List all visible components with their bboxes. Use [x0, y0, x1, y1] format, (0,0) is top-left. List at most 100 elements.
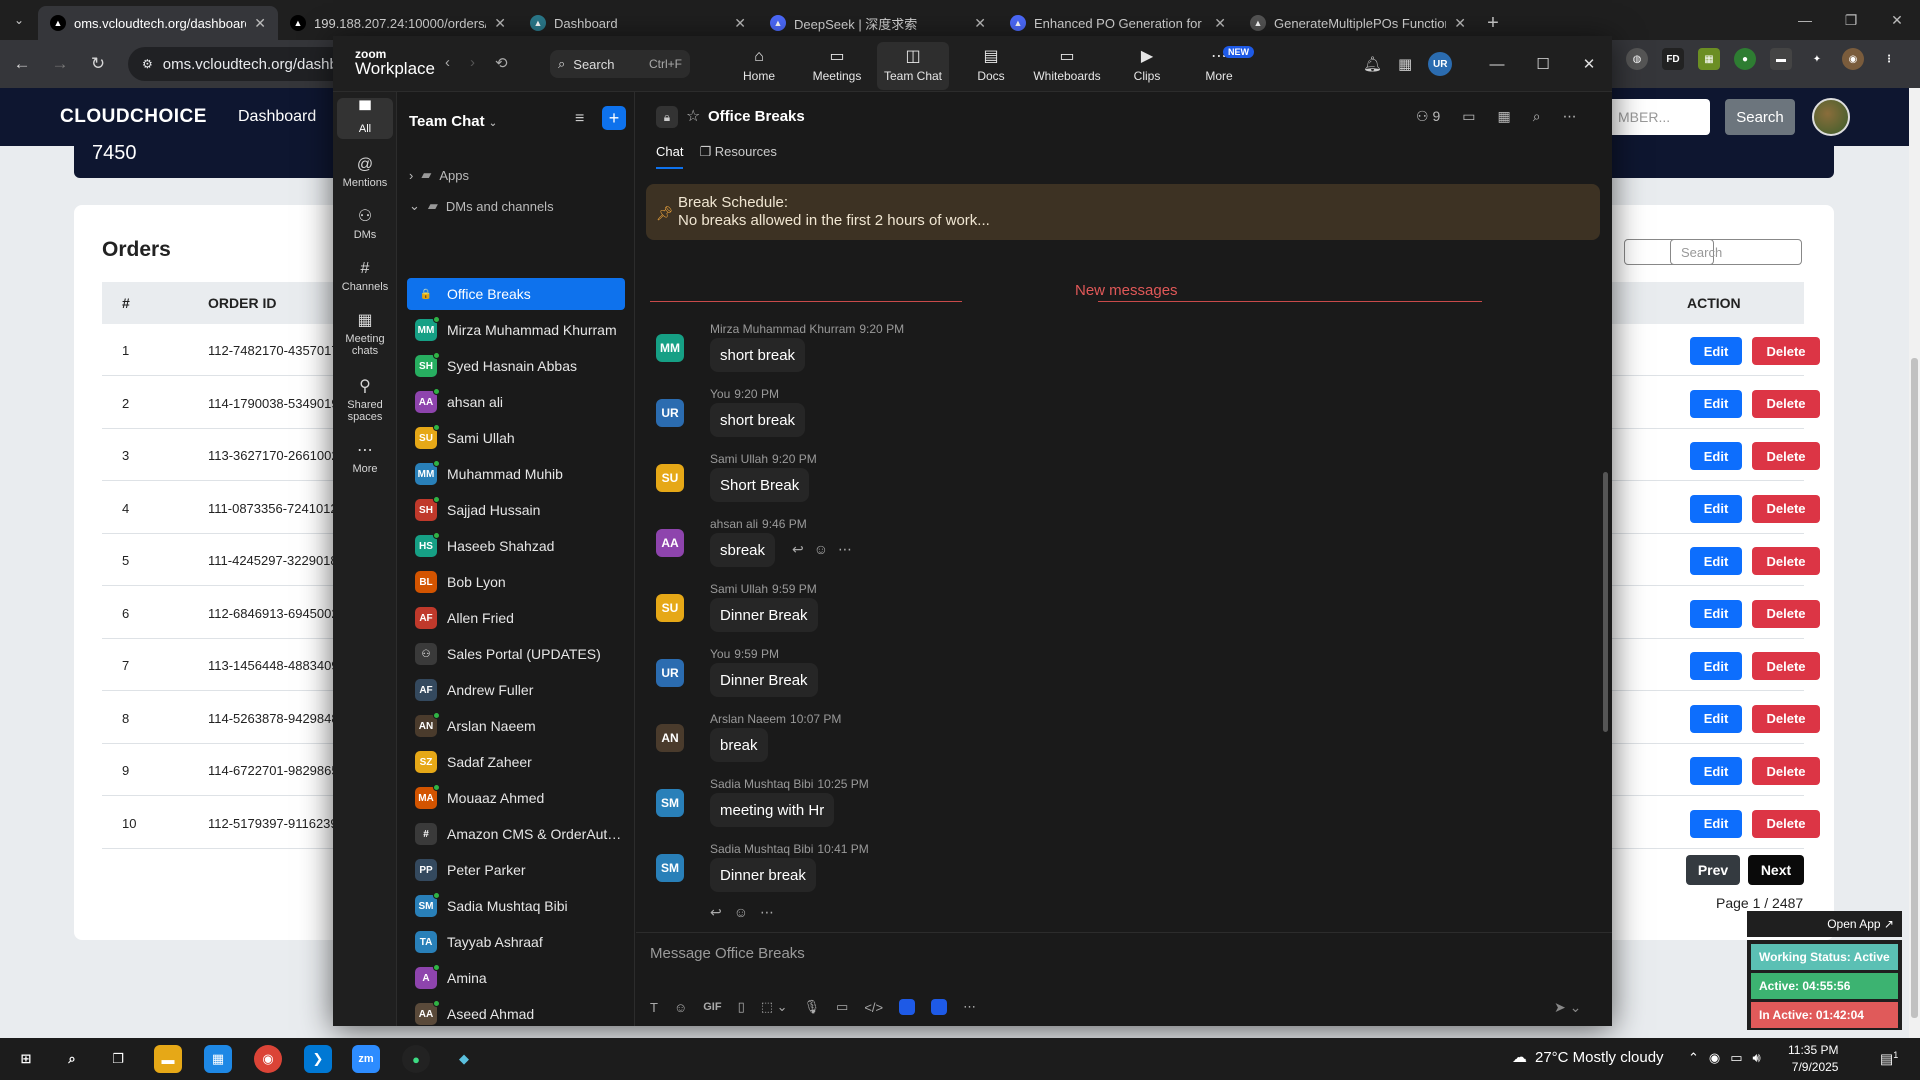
message-sender[interactable]: You: [710, 387, 730, 401]
rail-channels[interactable]: # Channels: [337, 256, 393, 297]
delete-button[interactable]: Delete: [1752, 547, 1820, 575]
app-shortcut-icon-2[interactable]: [931, 999, 948, 1015]
app-icon-green[interactable]: ●: [402, 1045, 430, 1073]
message-sender[interactable]: Sadia Mushtaq Bibi: [710, 842, 813, 856]
close-window-button[interactable]: ✕: [1874, 0, 1920, 40]
channel-item[interactable]: A Amina: [407, 962, 625, 994]
nav-home[interactable]: ⌂ Home: [723, 42, 795, 90]
task-view-icon[interactable]: ❐: [104, 1045, 132, 1073]
channel-item[interactable]: MA Mouaaz Ahmed: [407, 782, 625, 814]
edit-button[interactable]: Edit: [1690, 599, 1742, 628]
channel-item[interactable]: HS Haseeb Shahzad: [407, 530, 625, 562]
schedule-icon[interactable]: ▦: [1497, 108, 1510, 125]
profile-avatar-icon[interactable]: ◉: [1842, 48, 1864, 70]
zoom-back-icon[interactable]: ‹: [445, 54, 450, 72]
next-page-button[interactable]: Next: [1748, 855, 1804, 885]
channel-item[interactable]: ⚇ Sales Portal (UPDATES): [407, 638, 625, 670]
message-sender[interactable]: Sami Ullah: [710, 582, 768, 596]
channel-item[interactable]: SU Sami Ullah: [407, 422, 625, 454]
site-info-icon[interactable]: ⚙: [142, 57, 153, 71]
delete-button[interactable]: Delete: [1752, 494, 1820, 523]
avatar[interactable]: MM: [656, 334, 684, 362]
edit-button[interactable]: Edit: [1690, 337, 1742, 365]
avatar[interactable]: UR: [656, 659, 684, 687]
delete-button[interactable]: Delete: [1752, 599, 1820, 628]
channel-item[interactable]: AA Aseed Ahmad: [407, 998, 625, 1026]
start-icon[interactable]: ⊞: [12, 1045, 40, 1073]
message-bubble[interactable]: sbreak: [710, 533, 776, 567]
message-bubble[interactable]: meeting with Hr: [710, 793, 835, 827]
send-icon[interactable]: ➤ ⌄: [1554, 999, 1581, 1016]
delete-button[interactable]: Delete: [1752, 337, 1820, 365]
calendar-icon[interactable]: ▦: [1398, 55, 1412, 73]
video-message-icon[interactable]: ▭: [836, 999, 848, 1015]
message-sender[interactable]: Arslan Naeem: [710, 712, 786, 726]
tray-network-icon[interactable]: ▭: [1730, 1050, 1742, 1066]
edit-button[interactable]: Edit: [1690, 547, 1742, 575]
avatar[interactable]: SU: [656, 464, 684, 492]
delete-button[interactable]: Delete: [1752, 442, 1820, 470]
channel-item[interactable]: AF Andrew Fuller: [407, 674, 625, 706]
message-sender[interactable]: Sami Ullah: [710, 452, 768, 466]
message-bubble[interactable]: Dinner break: [710, 858, 816, 892]
green-extension-icon[interactable]: ●: [1734, 48, 1756, 70]
nav-meetings[interactable]: ▭ Meetings: [801, 42, 873, 90]
chat-more-icon[interactable]: ⋯: [1563, 108, 1577, 125]
channel-item[interactable]: AA ahsan ali: [407, 386, 625, 418]
tab-search-icon[interactable]: ⌄: [0, 0, 38, 40]
delete-button[interactable]: Delete: [1752, 809, 1820, 838]
volume-icon[interactable]: 🔊︎: [1753, 1050, 1761, 1066]
edit-button[interactable]: Edit: [1690, 757, 1742, 785]
format-text-icon[interactable]: T: [650, 1000, 658, 1015]
nav-team-chat[interactable]: ◫ Team Chat: [877, 42, 949, 90]
emoji-icon[interactable]: ☺: [674, 1000, 687, 1015]
tab-close-icon[interactable]: ✕: [1454, 15, 1466, 32]
delete-button[interactable]: Delete: [1752, 389, 1820, 418]
message-bubble[interactable]: Dinner Break: [710, 663, 818, 697]
store-icon[interactable]: ▦: [204, 1045, 232, 1073]
table-search-input[interactable]: Search: [1670, 239, 1802, 265]
open-app-button[interactable]: Open App ↗: [1747, 911, 1902, 937]
dms-channels-section[interactable]: ⌄ ▰ DMs and channels: [409, 198, 554, 214]
clock[interactable]: 11:35 PM 7/9/2025: [1788, 1042, 1838, 1076]
dark-extension-icon[interactable]: ▬: [1770, 48, 1792, 70]
rail-meeting-chats[interactable]: ▦ Meeting chats: [337, 308, 393, 361]
photo-extension-icon[interactable]: ▦: [1698, 48, 1720, 70]
avatar[interactable]: AA: [656, 529, 684, 557]
browser-tab[interactable]: ▲ Dashboard ✕: [518, 6, 758, 40]
code-icon[interactable]: </>: [864, 1000, 883, 1015]
message-bubble[interactable]: Short Break: [710, 468, 810, 502]
tab-close-icon[interactable]: ✕: [1214, 15, 1226, 32]
reload-icon[interactable]: ↻: [82, 48, 114, 80]
globe-extension-icon[interactable]: ◍: [1626, 48, 1648, 70]
compose-box[interactable]: Message Office Breaks T ☺ GIF ▯ ⬚ ⌄ 🎙︎ ▭…: [636, 932, 1612, 1026]
edit-button[interactable]: Edit: [1690, 704, 1742, 733]
channel-item[interactable]: # Amazon CMS & OrderAuto...: [407, 818, 625, 850]
tray-chevron-icon[interactable]: ⌃: [1688, 1050, 1699, 1066]
rail-mentions[interactable]: @ Mentions: [337, 152, 393, 193]
site-search-button[interactable]: Search: [1725, 99, 1795, 135]
tab-close-icon[interactable]: ✕: [494, 15, 506, 32]
channel-item[interactable]: SH Sajjad Hussain: [407, 494, 625, 526]
new-chat-button[interactable]: +: [602, 106, 626, 130]
message-bubble[interactable]: short break: [710, 338, 806, 372]
bell-icon[interactable]: 🔔︎: [1363, 55, 1382, 73]
rail-shared-spaces[interactable]: ⚲ Shared spaces: [337, 374, 393, 427]
channel-item[interactable]: MM Muhammad Muhib: [407, 458, 625, 490]
avatar[interactable]: AN: [656, 724, 684, 752]
nav-dashboard-link[interactable]: Dashboard: [238, 108, 316, 126]
minimize-button[interactable]: —: [1782, 0, 1828, 40]
zoom-close-button[interactable]: ✕: [1566, 36, 1612, 92]
avatar[interactable]: UR: [656, 399, 684, 427]
site-search-input[interactable]: MBER...: [1600, 99, 1710, 135]
channel-item[interactable]: TA Tayyab Ashraaf: [407, 926, 625, 958]
page-scrollbar[interactable]: [1909, 88, 1920, 1038]
message-sender[interactable]: Sadia Mushtaq Bibi: [710, 777, 813, 791]
apps-section[interactable]: › ▰ Apps: [409, 167, 469, 183]
rail-dms[interactable]: ⚇ DMs: [337, 204, 393, 245]
tab-close-icon[interactable]: ✕: [734, 15, 746, 32]
avatar[interactable]: SM: [656, 854, 684, 882]
channel-item[interactable]: AN Arslan Naeem: [407, 710, 625, 742]
user-avatar[interactable]: [1812, 98, 1850, 136]
edit-button[interactable]: Edit: [1690, 389, 1742, 418]
